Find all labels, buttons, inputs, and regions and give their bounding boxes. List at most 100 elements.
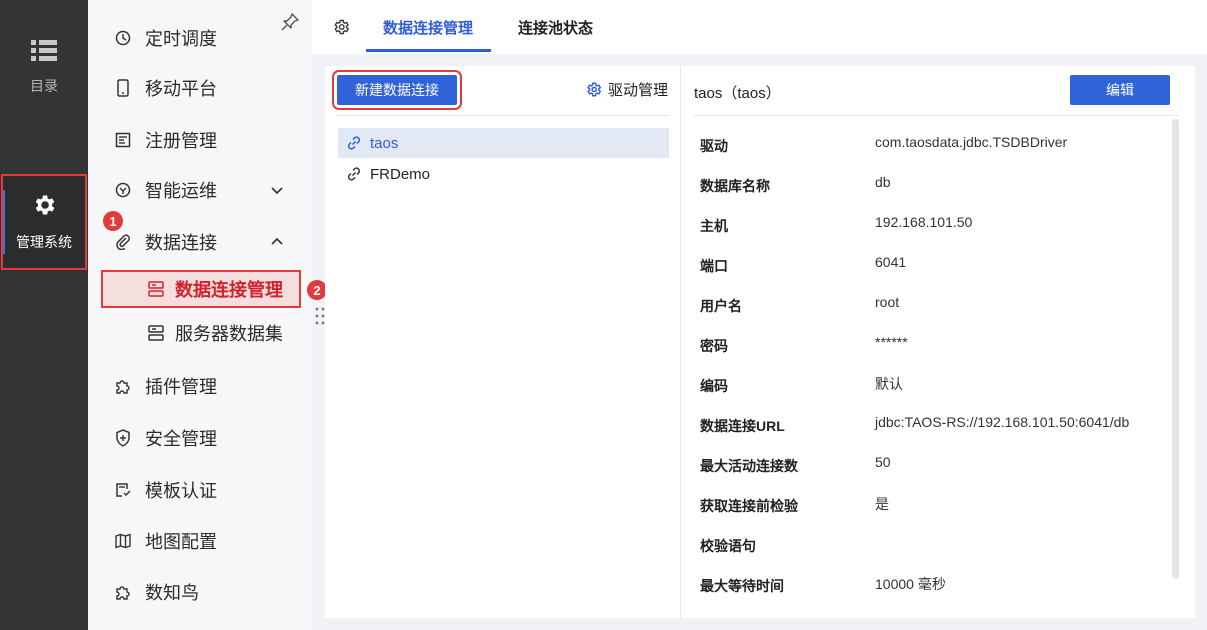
driver-manage-label: 驱动管理 [608,82,669,99]
link-icon [347,167,361,181]
menu-item-label: 注册管理 [145,131,217,151]
sub-item-label: 数据连接管理 [175,280,283,300]
menu-item-plugins[interactable]: 插件管理 [88,366,312,406]
field-key: 获取连接前检验 [700,498,798,514]
tab-pool-status[interactable]: 连接池状态 [518,0,593,54]
menu-item-schedule[interactable]: 定时调度 [88,18,312,58]
connection-label: taos [370,134,399,152]
detail-row-db-name: 数据库名称 db [700,174,1180,216]
sub-item-data-connection-manage[interactable]: 数据连接管理 [101,270,301,308]
rail-catalog-label: 目录 [30,78,58,94]
field-value: 默认 [875,376,903,392]
field-key: 编码 [700,378,728,394]
detail-row-test-before: 获取连接前检验 是 [700,496,1180,536]
rail-item-catalog[interactable]: 目录 [0,40,88,96]
top-tab-bar: 数据连接管理 连接池状态 [312,0,1207,54]
connection-item-frdemo[interactable]: FRDemo [338,159,669,189]
detail-row-encoding: 编码 默认 [700,376,1180,416]
driver-manage-link[interactable]: 驱动管理 [585,79,668,100]
connection-item-taos[interactable]: taos [338,128,669,158]
field-value: db [875,174,891,190]
menu-item-label: 智能运维 [145,181,217,201]
list-icon [31,40,57,61]
detail-row-username: 用户名 root [700,294,1180,336]
detail-row-validation-query: 校验语句 [700,536,1180,576]
sub-item-server-dataset[interactable]: 服务器数据集 [101,314,301,352]
puzzle-icon [114,377,132,395]
detail-row-max-wait: 最大等待时间 10000 毫秒 [700,576,1180,616]
menu-item-security[interactable]: 安全管理 [88,418,312,458]
field-key: 最大活动连接数 [700,458,798,474]
detail-row-port: 端口 6041 [700,254,1180,296]
field-key: 数据连接URL [700,418,785,434]
menu-item-data-connection[interactable]: 数据连接 [88,222,312,262]
field-key: 校验语句 [700,538,756,554]
menu-item-label: 安全管理 [145,429,217,449]
field-key: 驱动 [700,138,728,154]
detail-title: taos（taos） [694,85,781,102]
settings-icon[interactable] [332,18,350,36]
field-value: 是 [875,496,889,512]
field-key: 用户名 [700,298,742,314]
template-cert-icon [114,481,132,499]
register-icon [114,131,132,149]
paperclip-icon [114,233,132,251]
menu-item-map-config[interactable]: 地图配置 [88,521,312,561]
puzzle-icon [114,583,132,601]
field-value: 50 [875,454,891,470]
menu-item-register[interactable]: 注册管理 [88,120,312,160]
callout-badge-1: 1 [103,211,123,231]
menu-item-label: 数知鸟 [145,583,199,603]
connection-label: FRDemo [370,165,431,183]
link-icon [347,136,361,150]
content-panel: 新建数据连接 驱动管理 taos FRDemo taos（taos） 编辑 驱动… [325,66,1195,618]
field-key: 最大等待时间 [700,578,784,594]
callout-badge-2: 2 [307,280,327,300]
detail-row-driver: 驱动 com.taosdata.jdbc.TSDBDriver [700,134,1180,176]
tab-data-connection-manage[interactable]: 数据连接管理 [365,0,492,54]
rail-item-admin[interactable]: 管理系统 [1,174,87,270]
left-rail: 目录 管理系统 [0,0,88,630]
field-value: root [875,294,900,310]
edit-button[interactable]: 编辑 [1070,75,1170,105]
menu-item-template-cert[interactable]: 模板认证 [88,470,312,510]
map-icon [114,532,132,550]
field-key: 密码 [700,338,728,354]
field-key: 端口 [700,258,728,274]
menu-item-label: 插件管理 [145,377,217,397]
chevron-down-icon [271,187,283,195]
chevron-up-icon [271,237,283,245]
detail-row-password: 密码 ****** [700,334,1180,376]
clock-icon [114,29,132,47]
field-value: jdbc:TAOS-RS://192.168.101.50:6041/db [875,414,1130,430]
mobile-icon [114,79,132,97]
menu-item-shuzhiniao[interactable]: 数知鸟 [88,572,312,612]
field-value: ****** [875,334,908,350]
field-key: 数据库名称 [700,178,770,194]
menu-item-mobile[interactable]: 移动平台 [88,68,312,108]
detail-row-url: 数据连接URL jdbc:TAOS-RS://192.168.101.50:604… [700,414,1180,456]
rail-admin-label: 管理系统 [16,234,72,250]
menu-item-label: 移动平台 [145,79,217,99]
field-key: 主机 [700,218,728,234]
detail-row-max-active: 最大活动连接数 50 [700,454,1180,496]
new-connection-button[interactable]: 新建数据连接 [332,70,462,110]
field-value: 6041 [875,254,907,270]
menu-item-smart-ops[interactable]: 智能运维 [88,170,312,210]
field-value: 192.168.101.50 [875,214,973,230]
data-connection-icon [148,281,164,297]
shield-icon [114,429,132,447]
menu-item-label: 定时调度 [145,29,217,49]
admin-menu: 定时调度 移动平台 注册管理 智能运维 数据连接 数据连接管理 服务器数据集 插… [88,0,312,630]
gear-icon [35,195,55,215]
ops-icon [114,181,132,199]
gear-icon [587,82,602,97]
divider [337,115,669,116]
field-value: 10000 毫秒 [875,576,946,592]
field-value: com.taosdata.jdbc.TSDBDriver [875,134,1068,150]
menu-item-label: 数据连接 [145,233,217,253]
menu-item-label: 地图配置 [145,532,217,552]
connection-list-pane: 新建数据连接 驱动管理 taos FRDemo [325,66,681,618]
sub-item-label: 服务器数据集 [175,324,283,344]
server-dataset-icon [148,325,164,341]
